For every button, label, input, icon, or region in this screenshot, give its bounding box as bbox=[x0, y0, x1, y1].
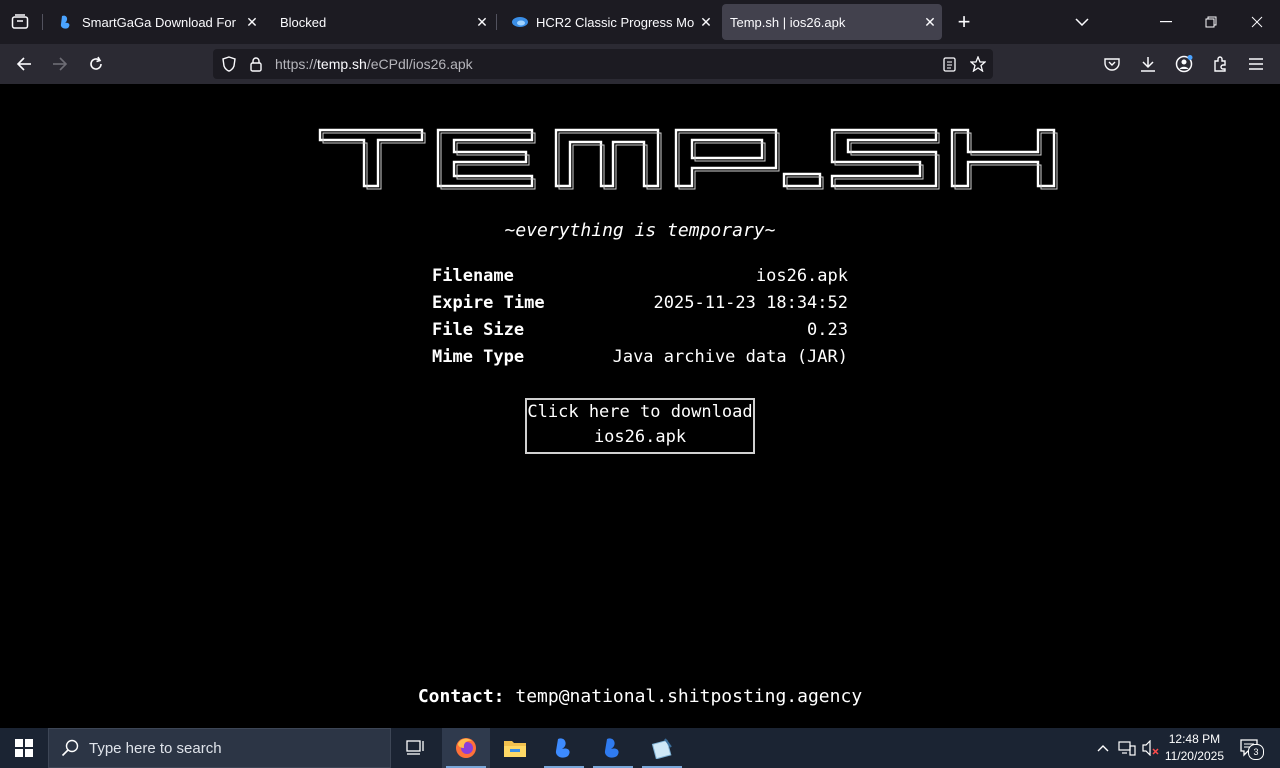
new-tab-plus-icon[interactable]: + bbox=[952, 9, 976, 34]
pocket-icon[interactable] bbox=[1100, 52, 1124, 76]
file-info-row: File Size 0.23 bbox=[432, 316, 848, 343]
tagline: ~everything is temporary~ bbox=[504, 220, 776, 241]
restore-icon[interactable] bbox=[1199, 10, 1223, 34]
task-view-icon[interactable] bbox=[392, 728, 440, 768]
tab-label: HCR2 Classic Progress Mod bbox=[536, 14, 694, 30]
navigation-toolbar: https://temp.sh/eCPdl/ios26.apk bbox=[0, 44, 1280, 84]
back-arrow-icon[interactable] bbox=[12, 52, 36, 76]
close-tab-icon[interactable]: ✕ bbox=[694, 14, 718, 31]
account-icon[interactable] bbox=[1172, 52, 1196, 76]
file-info-row: Expire Time 2025-11-23 18:34:52 bbox=[432, 289, 848, 316]
lock-icon[interactable] bbox=[246, 54, 266, 74]
temp-sh-logo bbox=[318, 128, 1058, 190]
list-all-tabs-chevron-icon[interactable] bbox=[1070, 10, 1094, 34]
file-info-row: Mime Type Java archive data (JAR) bbox=[432, 343, 848, 370]
close-tab-icon[interactable]: ✕ bbox=[470, 14, 494, 31]
clock-date: 11/20/2025 bbox=[1164, 749, 1224, 763]
field-label: Expire Time bbox=[432, 292, 545, 313]
tab-label: Temp.sh | ios26.apk bbox=[730, 14, 846, 30]
tab-separator bbox=[42, 14, 43, 30]
field-value: Java archive data (JAR) bbox=[612, 346, 848, 367]
windows-start-icon[interactable] bbox=[0, 728, 48, 768]
download-button[interactable]: Click here to download ios26.apk bbox=[525, 398, 755, 454]
clock-time: 12:48 PM bbox=[1168, 732, 1221, 746]
notepad-app-icon[interactable] bbox=[638, 728, 686, 768]
close-tab-icon[interactable]: ✕ bbox=[240, 14, 264, 31]
tab-smartgaga[interactable]: SmartGaGa Download For PC (2 ✕ bbox=[46, 4, 264, 40]
forward-arrow-icon[interactable] bbox=[48, 52, 72, 76]
field-label: Mime Type bbox=[432, 346, 525, 367]
tab-temp-sh[interactable]: Temp.sh | ios26.apk ✕ bbox=[722, 4, 942, 40]
contact-line: Contact: temp@national.shitposting.agenc… bbox=[0, 686, 1280, 707]
tab-blocked[interactable]: Blocked ✕ bbox=[268, 4, 494, 40]
file-explorer-icon[interactable] bbox=[491, 728, 539, 768]
reload-icon[interactable] bbox=[84, 52, 108, 76]
contact-label: Contact: bbox=[417, 686, 505, 707]
edge-favicon-icon bbox=[512, 14, 528, 30]
swan-favicon-icon bbox=[58, 14, 74, 30]
network-icon[interactable] bbox=[1116, 738, 1138, 758]
show-hidden-icons-chevron-icon[interactable] bbox=[1094, 738, 1112, 758]
field-value: 2025-11-23 18:34:52 bbox=[653, 292, 848, 313]
tab-strip: SmartGaGa Download For PC (2 ✕ Blocked ✕… bbox=[0, 0, 1280, 44]
file-info-table: Filename ios26.apk Expire Time 2025-11-23 … bbox=[432, 262, 848, 370]
downloads-icon[interactable] bbox=[1136, 52, 1160, 76]
clock[interactable]: 12:48 PM 11/20/2025 bbox=[1165, 731, 1224, 765]
extensions-icon[interactable] bbox=[1208, 52, 1232, 76]
page-content: ~everything is temporary~ Filename ios26.… bbox=[0, 84, 1280, 728]
reader-view-icon[interactable] bbox=[939, 54, 959, 74]
field-value: ios26.apk bbox=[755, 265, 848, 286]
firefox-taskbar-icon[interactable] bbox=[442, 728, 490, 768]
tab-label: Blocked bbox=[280, 14, 327, 30]
close-tab-icon[interactable]: ✕ bbox=[918, 14, 942, 31]
url-text[interactable]: https://temp.sh/eCPdl/ios26.apk bbox=[275, 56, 473, 72]
tab-overview-icon[interactable] bbox=[8, 10, 32, 34]
minimize-icon[interactable] bbox=[1154, 10, 1178, 34]
notifications-icon[interactable]: 3 bbox=[1236, 736, 1264, 760]
tab-hcr2[interactable]: HCR2 Classic Progress Mod ✕ bbox=[500, 4, 718, 40]
download-button-line2: ios26.apk bbox=[593, 427, 687, 447]
bookmark-star-icon[interactable] bbox=[968, 54, 988, 74]
tab-label: SmartGaGa Download For PC (2 bbox=[82, 14, 240, 30]
notification-count-badge: 3 bbox=[1248, 744, 1264, 760]
field-label: File Size bbox=[432, 319, 525, 340]
tab-separator bbox=[496, 14, 497, 30]
address-bar[interactable]: https://temp.sh/eCPdl/ios26.apk bbox=[213, 49, 993, 79]
shield-icon[interactable] bbox=[219, 54, 239, 74]
taskbar: Type here to search 12:48 PM 11/20/2025 … bbox=[0, 728, 1280, 768]
file-info-row: Filename ios26.apk bbox=[432, 262, 848, 289]
search-icon bbox=[61, 739, 79, 757]
search-placeholder: Type here to search bbox=[89, 739, 222, 757]
taskbar-search-box[interactable]: Type here to search bbox=[48, 728, 391, 768]
close-window-icon[interactable] bbox=[1245, 10, 1269, 34]
smartgaga-swan-icon[interactable] bbox=[540, 728, 588, 768]
smartgaga-swan-icon-2[interactable] bbox=[589, 728, 637, 768]
contact-email[interactable]: temp@national.shitposting.agency bbox=[515, 686, 862, 707]
field-label: Filename bbox=[432, 265, 514, 286]
volume-muted-icon[interactable] bbox=[1140, 738, 1162, 758]
menu-hamburger-icon[interactable] bbox=[1244, 52, 1268, 76]
field-value: 0.23 bbox=[807, 319, 848, 340]
download-button-line1: Click here to download bbox=[527, 402, 753, 422]
